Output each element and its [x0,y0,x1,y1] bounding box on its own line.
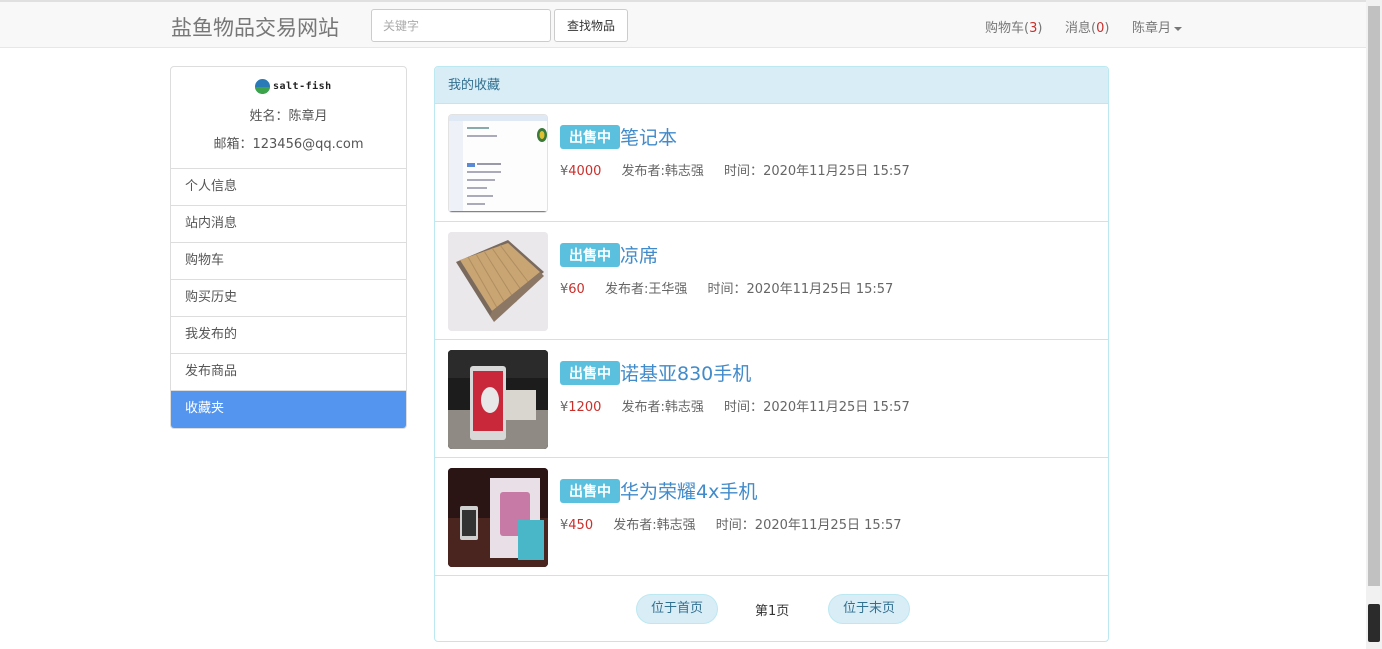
list-item: 出售中 华为荣耀4x手机 ¥450 发布者:韩志强 时间：2020年11月25日 … [435,458,1108,576]
item-time: 2020年11月25日 15:57 [746,282,894,297]
item-title-link[interactable]: 凉席 [620,245,658,267]
item-seller: 发布者:韩志强 [621,164,704,179]
item-time: 2020年11月25日 15:57 [763,164,910,179]
search-input[interactable] [371,9,551,42]
status-badge: 出售中 [560,360,620,385]
item-body: 出售中 笔记本 ¥4000 发布者:韩志强 时间：2020年11月25日 15:5… [560,123,910,179]
item-time: 2020年11月25日 15:57 [754,518,902,533]
item-time-label: 时间： [707,282,747,297]
search-button[interactable]: 查找物品 [554,9,628,42]
item-meta: ¥4000 发布者:韩志强 时间：2020年11月25日 15:57 [560,160,910,179]
profile-card: salt-fish 姓名：陈章月 邮箱：123456@qq.com [171,67,406,169]
sidebar-item-cart[interactable]: 购物车 [171,243,406,280]
bamboo-mat-thumbnail-image [448,232,548,331]
pagination: 位于首页 第1页 位于末页 [435,577,1108,641]
messages-label-close: ) [1104,21,1110,36]
item-meta: ¥450 发布者:韩志强 时间：2020年11月25日 15:57 [560,514,902,533]
item-time-label: 时间： [724,400,764,415]
site-logo: salt-fish [255,77,332,95]
top-navbar: 盐鱼物品交易网站 查找物品 购物车(3) 消息(0) 陈章月 [0,0,1366,48]
screenshot-thumbnail-image [449,115,547,212]
favorites-panel: 我的收藏 出售中 笔记本 ¥4000 发布者:韩志强 时间：2020年11月25… [434,66,1109,642]
logo-text: salt-fish [273,80,332,92]
user-menu-dropdown[interactable]: 陈章月 [1132,17,1183,36]
messages-label: 消息( [1065,21,1097,36]
fish-logo-icon [255,78,270,94]
item-seller: 发布者:王华强 [604,282,688,297]
item-time-label: 时间： [724,164,764,179]
sidebar-item-my-posts[interactable]: 我发布的 [171,317,406,354]
item-body: 出售中 诺基亚830手机 ¥1200 发布者:韩志强 时间：2020年11月25日… [560,359,910,415]
profile-name: 姓名：陈章月 [249,109,328,124]
item-meta: ¥60 发布者:王华强 时间：2020年11月25日 15:57 [560,278,893,297]
phone-box-thumbnail-image [448,468,548,567]
status-badge: 出售中 [560,242,620,267]
item-price: 4000 [568,164,602,179]
profile-email: 邮箱：123456@qq.com [213,137,364,152]
phone-thumbnail-image [448,350,548,449]
item-title-link[interactable]: 笔记本 [620,127,677,149]
status-badge: 出售中 [560,478,620,503]
item-body: 出售中 华为荣耀4x手机 ¥450 发布者:韩志强 时间：2020年11月25日 … [560,477,902,533]
item-meta: ¥1200 发布者:韩志强 时间：2020年11月25日 15:57 [560,396,910,415]
item-seller: 发布者:韩志强 [621,400,704,415]
user-name: 陈章月 [1132,21,1172,36]
list-item: 出售中 诺基亚830手机 ¥1200 发布者:韩志强 时间：2020年11月25日… [435,340,1108,458]
sidebar-item-publish[interactable]: 发布商品 [171,354,406,391]
scrollbar-widget [1368,604,1380,642]
current-page-prefix: 第 [755,604,769,619]
item-price: 60 [568,282,585,297]
site-brand[interactable]: 盐鱼物品交易网站 [171,12,339,42]
item-time-label: 时间： [715,518,755,533]
nav-messages-link[interactable]: 消息(0) [1065,17,1109,36]
first-page-button[interactable]: 位于首页 [636,594,719,624]
scrollbar-thumb[interactable] [1368,6,1380,586]
panel-heading: 我的收藏 [435,67,1108,104]
item-seller: 发布者:韩志强 [613,518,696,533]
page-scrollbar[interactable] [1366,0,1382,649]
item-time: 2020年11月25日 15:57 [763,400,910,415]
sidebar-item-profile[interactable]: 个人信息 [171,169,406,206]
item-title-link[interactable]: 华为荣耀4x手机 [620,481,757,503]
item-price: 450 [568,518,594,533]
item-price: 1200 [568,400,602,415]
sidebar-item-messages[interactable]: 站内消息 [171,206,406,243]
nav-cart-link[interactable]: 购物车(3) [985,17,1042,36]
item-thumbnail[interactable] [448,350,548,449]
caret-down-icon [1174,26,1183,31]
item-thumbnail[interactable] [448,114,548,213]
sidebar-item-favorites[interactable]: 收藏夹 [171,391,406,428]
sidebar-item-purchase-history[interactable]: 购买历史 [171,280,406,317]
user-sidebar: salt-fish 姓名：陈章月 邮箱：123456@qq.com 个人信息 站… [170,66,407,429]
status-badge: 出售中 [560,124,620,149]
list-item: 出售中 笔记本 ¥4000 发布者:韩志强 时间：2020年11月25日 15:5… [435,104,1108,222]
current-page-suffix: 页 [776,604,790,619]
item-title-link[interactable]: 诺基亚830手机 [620,363,751,385]
cart-label: 购物车( [985,21,1030,36]
list-item: 出售中 凉席 ¥60 发布者:王华强 时间：2020年11月25日 15:57 [435,222,1108,340]
current-page-indicator: 第1页 [755,600,789,619]
item-thumbnail[interactable] [448,468,548,567]
item-body: 出售中 凉席 ¥60 发布者:王华强 时间：2020年11月25日 15:57 [560,241,893,297]
cart-label-close: ) [1037,21,1043,36]
item-thumbnail[interactable] [448,232,548,331]
last-page-button[interactable]: 位于末页 [828,594,911,624]
